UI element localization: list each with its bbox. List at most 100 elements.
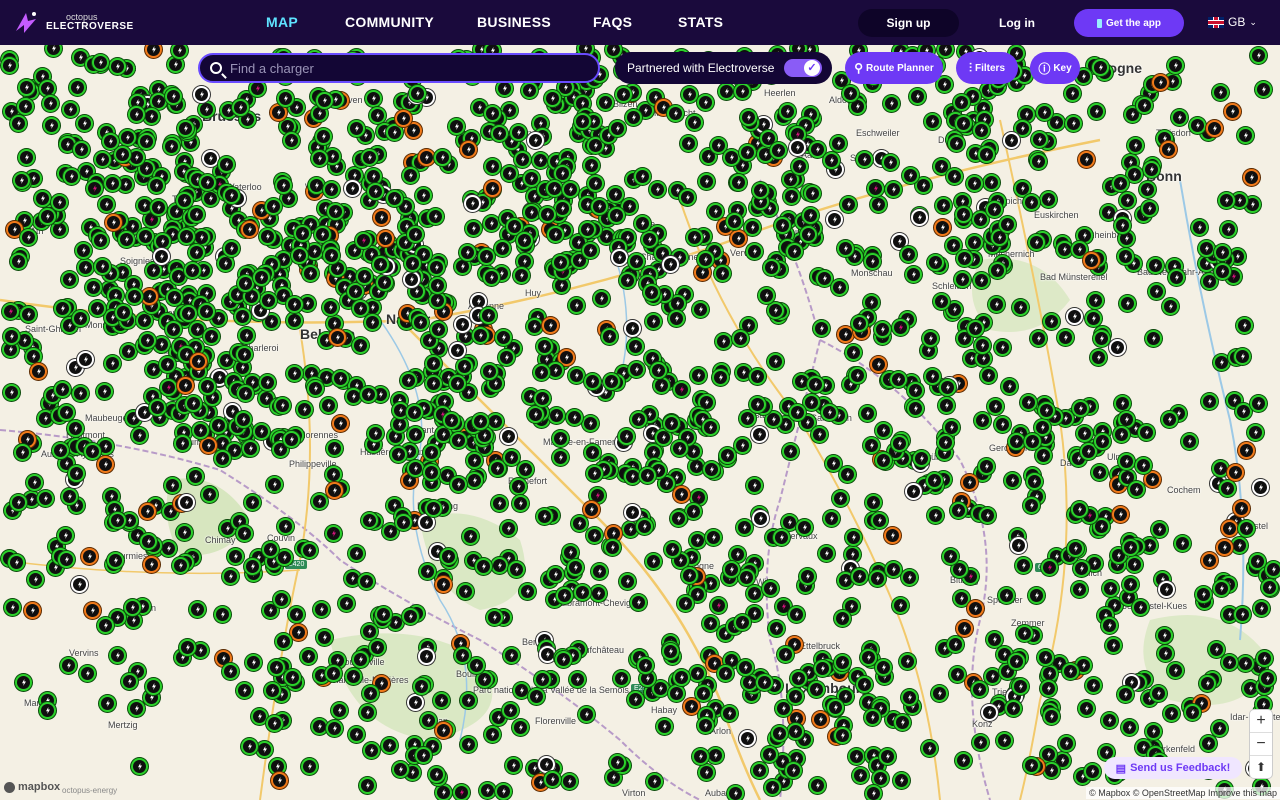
charger-pin[interactable]: [840, 196, 857, 213]
charger-pin[interactable]: [870, 356, 887, 373]
charger-pin[interactable]: [39, 702, 56, 719]
charger-pin[interactable]: [363, 742, 380, 759]
charger-pin[interactable]: [1224, 103, 1241, 120]
charger-pin[interactable]: [768, 620, 785, 637]
charger-pin[interactable]: [692, 748, 709, 765]
charger-pin[interactable]: [680, 135, 697, 152]
charger-pin[interactable]: [554, 200, 571, 217]
charger-pin[interactable]: [717, 665, 734, 682]
charger-pin[interactable]: [892, 319, 909, 336]
charger-pin[interactable]: [544, 771, 561, 788]
charger-pin[interactable]: [534, 390, 551, 407]
charger-pin[interactable]: [510, 478, 527, 495]
charger-pin[interactable]: [275, 633, 292, 650]
charger-pin[interactable]: [1043, 313, 1060, 330]
charger-pin[interactable]: [536, 508, 553, 525]
charger-pin[interactable]: [763, 259, 780, 276]
charger-pin[interactable]: [449, 342, 466, 359]
charger-pin[interactable]: [115, 304, 132, 321]
charger-search[interactable]: [198, 53, 600, 83]
charger-pin[interactable]: [402, 167, 419, 184]
charger-pin[interactable]: [72, 385, 89, 402]
charger-pin[interactable]: [837, 326, 854, 343]
charger-pin[interactable]: [996, 732, 1013, 749]
charger-pin[interactable]: [114, 146, 131, 163]
charger-pin[interactable]: [804, 185, 821, 202]
charger-pin[interactable]: [1261, 579, 1278, 596]
charger-pin[interactable]: [624, 320, 641, 337]
key-button[interactable]: ⓘ Key: [1030, 52, 1080, 84]
charger-pin[interactable]: [14, 444, 31, 461]
charger-pin[interactable]: [1005, 700, 1022, 717]
charger-pin[interactable]: [218, 156, 235, 173]
charger-pin[interactable]: [512, 719, 529, 736]
charger-pin[interactable]: [730, 174, 747, 191]
charger-pin[interactable]: [555, 651, 572, 668]
charger-pin[interactable]: [104, 175, 121, 192]
charger-pin[interactable]: [875, 452, 892, 469]
charger-pin[interactable]: [561, 773, 578, 790]
charger-pin[interactable]: [981, 704, 998, 721]
charger-pin[interactable]: [392, 761, 409, 778]
charger-pin[interactable]: [933, 293, 950, 310]
charger-pin[interactable]: [746, 243, 763, 260]
charger-pin[interactable]: [288, 606, 305, 623]
charger-pin[interactable]: [139, 332, 156, 349]
charger-pin[interactable]: [1109, 339, 1126, 356]
charger-pin[interactable]: [779, 103, 796, 120]
charger-pin[interactable]: [484, 158, 501, 175]
charger-pin[interactable]: [834, 654, 851, 671]
charger-pin[interactable]: [313, 601, 330, 618]
charger-pin[interactable]: [266, 715, 283, 732]
charger-pin[interactable]: [145, 678, 162, 695]
charger-pin[interactable]: [425, 375, 442, 392]
charger-pin[interactable]: [271, 772, 288, 789]
filters-button[interactable]: ⫶ Filters: [956, 52, 1018, 84]
charger-pin[interactable]: [983, 174, 1000, 191]
charger-pin[interactable]: [58, 551, 75, 568]
charger-pin[interactable]: [67, 420, 84, 437]
charger-pin[interactable]: [61, 271, 78, 288]
charger-pin[interactable]: [736, 519, 753, 536]
charger-pin[interactable]: [291, 247, 308, 264]
charger-pin[interactable]: [931, 685, 948, 702]
charger-pin[interactable]: [689, 532, 706, 549]
charger-pin[interactable]: [244, 494, 261, 511]
charger-pin[interactable]: [484, 180, 501, 197]
charger-pin[interactable]: [726, 213, 743, 230]
charger-pin[interactable]: [325, 466, 342, 483]
charger-pin[interactable]: [601, 328, 618, 345]
charger-pin[interactable]: [1156, 627, 1173, 644]
compass-icon[interactable]: ⬆: [1250, 756, 1272, 778]
charger-pin[interactable]: [807, 376, 824, 393]
charger-pin[interactable]: [301, 542, 318, 559]
charger-pin[interactable]: [1012, 678, 1029, 695]
charger-pin[interactable]: [697, 251, 714, 268]
charger-pin[interactable]: [453, 784, 470, 800]
charger-pin[interactable]: [827, 699, 844, 716]
charger-pin[interactable]: [956, 620, 973, 637]
charger-pin[interactable]: [783, 188, 800, 205]
charger-pin[interactable]: [905, 483, 922, 500]
charger-pin[interactable]: [260, 292, 277, 309]
charger-pin[interactable]: [1139, 181, 1156, 198]
charger-pin[interactable]: [988, 296, 1005, 313]
charger-pin[interactable]: [791, 158, 808, 175]
charger-pin[interactable]: [1252, 479, 1269, 496]
partner-filter[interactable]: Partnered with Electroverse: [615, 52, 832, 84]
charger-pin[interactable]: [364, 314, 381, 331]
charger-pin[interactable]: [851, 568, 868, 585]
charger-pin[interactable]: [624, 504, 641, 521]
charger-pin[interactable]: [786, 243, 803, 260]
map-attribution[interactable]: © Mapbox © OpenStreetMap Improve this ma…: [1086, 787, 1280, 799]
charger-pin[interactable]: [967, 320, 984, 337]
charger-pin[interactable]: [483, 215, 500, 232]
charger-pin[interactable]: [913, 450, 930, 467]
charger-pin[interactable]: [799, 568, 816, 585]
charger-pin[interactable]: [613, 670, 630, 687]
charger-pin[interactable]: [126, 288, 143, 305]
charger-pin[interactable]: [1067, 540, 1084, 557]
charger-pin[interactable]: [609, 754, 626, 771]
charger-pin[interactable]: [407, 460, 424, 477]
charger-pin[interactable]: [502, 702, 519, 719]
